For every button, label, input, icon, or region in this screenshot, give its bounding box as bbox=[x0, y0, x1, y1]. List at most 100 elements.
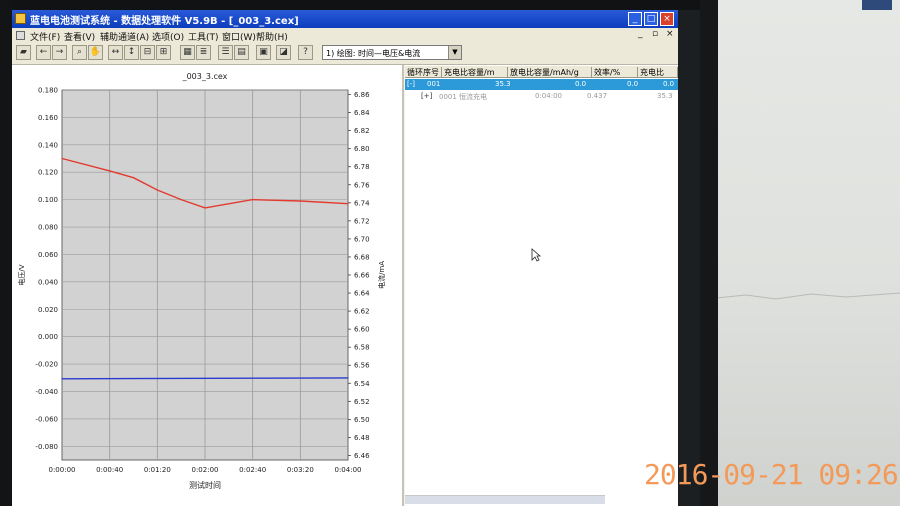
menu-bar: 文件(F) 查看(V) 辅助通道(A) 选项(O) 工具(T) 窗口(W) 帮助… bbox=[12, 28, 678, 43]
grid-icon[interactable]: ▦ bbox=[180, 45, 195, 60]
monitor-sticker bbox=[862, 0, 892, 10]
fit-x-icon[interactable]: ↔ bbox=[108, 45, 123, 60]
y2-tick-label: 6.64 bbox=[354, 290, 370, 298]
cell-charge: 35.3 bbox=[495, 80, 511, 88]
y-tick-label: 0.100 bbox=[38, 196, 58, 204]
y2-tick-label: 6.78 bbox=[354, 163, 370, 171]
header-efficiency[interactable]: 效率/% bbox=[592, 67, 638, 77]
monitor-bezel-top bbox=[0, 0, 716, 10]
cell-efficiency: 0.0 bbox=[627, 80, 639, 88]
app-icon bbox=[15, 13, 26, 24]
window-title: 蓝电电池测试系统 - 数据处理软件 V5.9B - [_003_3.cex] bbox=[30, 16, 299, 27]
header-charge-extra[interactable]: 充电比 bbox=[638, 67, 678, 77]
background-wall bbox=[716, 0, 900, 506]
fit-both-icon[interactable]: ⊟ bbox=[140, 45, 155, 60]
cell-time: 0:04:00 bbox=[535, 92, 562, 100]
close-button[interactable]: × bbox=[660, 12, 674, 26]
x-tick-label: 0:04:00 bbox=[335, 466, 362, 474]
y-tick-label: 0.120 bbox=[38, 169, 58, 177]
chevron-down-icon[interactable]: ▼ bbox=[448, 46, 461, 59]
y2-tick-label: 6.86 bbox=[354, 91, 370, 99]
fit-all-icon[interactable]: ⊞ bbox=[156, 45, 171, 60]
data-point bbox=[180, 199, 182, 201]
series-line-current bbox=[61, 377, 349, 380]
header-cycle[interactable]: 循环序号 bbox=[405, 67, 442, 77]
y2-tick-label: 6.48 bbox=[354, 434, 370, 442]
y2-tick-label: 6.62 bbox=[354, 308, 370, 316]
table-row[interactable]: [+] 0001 恒流充电 0:04:00 0.437 35.3 bbox=[405, 91, 678, 102]
grid-header: 循环序号 充电比容量/m 放电比容量/mAh/g 效率/% 充电比 bbox=[405, 66, 678, 78]
x-tick-label: 0:00:00 bbox=[49, 466, 76, 474]
chart-pane: _003_3.cex 0:00:00 0:00:40 0:01:20 0:02:00 0:… bbox=[12, 65, 404, 506]
y2-tick-label: 6.70 bbox=[354, 235, 370, 243]
cell-cycle: 001 bbox=[427, 80, 441, 88]
voltage-current-chart[interactable]: _003_3.cex 0:00:00 0:00:40 0:01:20 0:02:00 0:… bbox=[12, 65, 402, 506]
header-discharge[interactable]: 放电比容量/mAh/g bbox=[508, 67, 592, 77]
save-icon[interactable]: ▣ bbox=[256, 45, 271, 60]
list-icon[interactable]: ≣ bbox=[196, 45, 211, 60]
doc-restore-button[interactable]: ▫ bbox=[652, 29, 658, 39]
data-point bbox=[61, 157, 63, 160]
data-point bbox=[109, 170, 111, 172]
fit-y-icon[interactable]: ↕ bbox=[124, 45, 139, 60]
y2-tick-label: 6.60 bbox=[354, 326, 370, 334]
y-tick-label: 0.000 bbox=[38, 333, 58, 341]
maximize-button[interactable]: □ bbox=[644, 12, 658, 26]
x-tick-label: 0:02:40 bbox=[239, 466, 266, 474]
x-tick-label: 0:01:20 bbox=[144, 466, 171, 474]
y2-tick-label: 6.84 bbox=[354, 109, 370, 117]
data-point bbox=[252, 199, 254, 201]
data-point bbox=[299, 200, 301, 202]
y2-tick-label: 6.56 bbox=[354, 362, 370, 370]
y-axis-label: 电压/V bbox=[17, 264, 26, 285]
y2-axis-label: 电流/mA bbox=[377, 261, 386, 289]
table-row[interactable]: [-] 001 35.3 0.0 0.0 0.0 bbox=[405, 79, 678, 90]
y2-tick-label: 6.58 bbox=[354, 344, 370, 352]
expand-toggle[interactable]: [-] bbox=[407, 80, 415, 88]
doc-minimize-button[interactable]: _ bbox=[638, 29, 643, 39]
x-tick-label: 0:00:40 bbox=[96, 466, 123, 474]
photo-timestamp: 2016-09-21 09:26 bbox=[644, 458, 899, 491]
pan-icon[interactable]: ✋ bbox=[88, 45, 103, 60]
doc-close-button[interactable]: × bbox=[666, 29, 674, 39]
expand-toggle[interactable]: [+] bbox=[421, 92, 432, 100]
chart-title: _003_3.cex bbox=[182, 72, 228, 81]
plot-select-value: 1) 绘图: 时间—电压&电流 bbox=[326, 49, 421, 58]
title-bar[interactable]: 蓝电电池测试系统 - 数据处理软件 V5.9B - [_003_3.cex] _… bbox=[12, 10, 678, 28]
y2-tick-label: 6.68 bbox=[354, 253, 370, 261]
forward-icon[interactable]: → bbox=[52, 45, 67, 60]
calc-icon[interactable]: ▤ bbox=[234, 45, 249, 60]
info-icon[interactable]: ? bbox=[298, 45, 313, 60]
open-icon[interactable]: ▰ bbox=[16, 45, 31, 60]
chart-icon[interactable]: ◪ bbox=[276, 45, 291, 60]
y-tick-label: 0.180 bbox=[38, 87, 58, 95]
y-tick-label: -0.040 bbox=[35, 388, 58, 396]
cell-extra: 0.0 bbox=[663, 80, 675, 88]
header-charge[interactable]: 充电比容量/m bbox=[442, 67, 508, 77]
y2-tick-label: 6.50 bbox=[354, 416, 370, 424]
horizontal-scrollbar[interactable] bbox=[405, 495, 605, 504]
y-tick-label: 0.020 bbox=[38, 306, 58, 314]
zoom-icon[interactable]: ⌕ bbox=[72, 45, 87, 60]
table-icon[interactable]: ☰ bbox=[218, 45, 233, 60]
minimize-button[interactable]: _ bbox=[628, 12, 642, 26]
y-tick-label: 0.060 bbox=[38, 251, 58, 259]
data-point bbox=[347, 377, 349, 379]
y-tick-label: 0.080 bbox=[38, 224, 58, 232]
data-point bbox=[347, 203, 349, 205]
cell-discharge: 0.0 bbox=[575, 80, 587, 88]
y2-tick-label: 6.46 bbox=[354, 452, 370, 460]
back-icon[interactable]: ← bbox=[36, 45, 51, 60]
y-tick-label: 0.160 bbox=[38, 114, 58, 122]
mouse-cursor-icon bbox=[531, 248, 541, 262]
data-point bbox=[204, 207, 206, 209]
y-tick-label: 0.040 bbox=[38, 278, 58, 286]
x-tick-label: 0:02:00 bbox=[192, 466, 219, 474]
plot-select[interactable]: 1) 绘图: 时间—电压&电流 ▼ bbox=[322, 45, 462, 60]
screen: 蓝电电池测试系统 - 数据处理软件 V5.9B - [_003_3.cex] _… bbox=[12, 10, 678, 506]
data-point bbox=[132, 177, 135, 179]
document-icon[interactable] bbox=[16, 31, 25, 40]
y2-tick-label: 6.82 bbox=[354, 127, 370, 135]
monitor-bezel-left bbox=[0, 0, 12, 506]
y-tick-label: 0.140 bbox=[38, 141, 58, 149]
